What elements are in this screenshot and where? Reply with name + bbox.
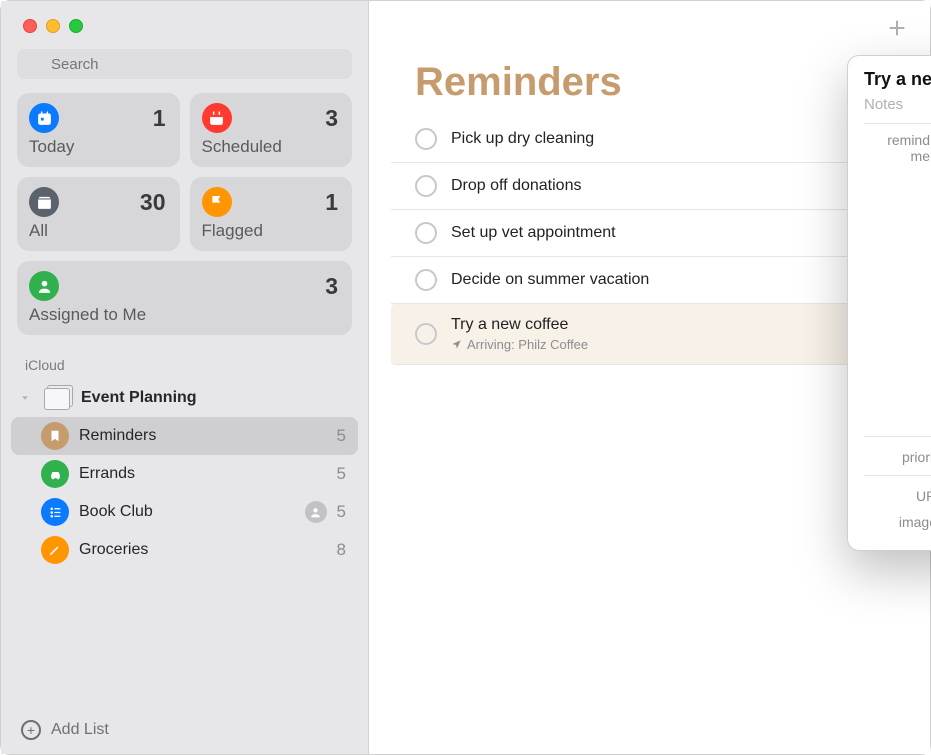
notes-field[interactable]: Notes (864, 92, 931, 124)
list-count: 5 (337, 464, 346, 484)
sidebar: 1 Today 3 Scheduled 30 All (1, 1, 369, 754)
list-name: Errands (79, 465, 327, 483)
smart-scheduled[interactable]: 3 Scheduled (190, 93, 353, 167)
reminder-row[interactable]: Set up vet appointment (391, 210, 908, 257)
flagged-count: 1 (325, 189, 338, 216)
shared-icon (305, 501, 327, 523)
reminder-subtitle: Arriving: Philz Coffee (451, 337, 588, 352)
assigned-count: 3 (325, 273, 338, 300)
scheduled-icon (202, 103, 232, 133)
reminder-row[interactable]: Drop off donations (391, 163, 908, 210)
smart-flagged[interactable]: 1 Flagged (190, 177, 353, 251)
reminder-row[interactable]: Decide on summer vacation (391, 257, 908, 304)
list-count: 5 (337, 426, 346, 446)
list-count: 5 (337, 502, 346, 522)
reminder-text: Decide on summer vacation (451, 271, 649, 289)
reminder-text: Pick up dry cleaning (451, 130, 594, 148)
window-controls (1, 1, 368, 49)
close-window-button[interactable] (23, 19, 37, 33)
details-title[interactable]: Try a new coffee (864, 69, 931, 90)
add-list-button[interactable]: + Add List (1, 708, 368, 754)
assigned-label: Assigned to Me (29, 305, 338, 325)
list-reminders[interactable]: Reminders 5 (11, 417, 358, 455)
lists: Event Planning Reminders 5 Errands 5 Boo… (1, 379, 368, 569)
complete-toggle[interactable] (415, 222, 437, 244)
reminders-list: Pick up dry cleaning Drop off donations … (369, 116, 930, 365)
main: Reminders 5 Pick up dry cleaning Drop of… (369, 1, 930, 754)
remind-me-label: remind me (864, 130, 930, 164)
new-reminder-button[interactable] (886, 17, 908, 44)
all-icon (29, 187, 59, 217)
all-count: 30 (140, 189, 166, 216)
zoom-window-button[interactable] (69, 19, 83, 33)
list-errands[interactable]: Errands 5 (11, 455, 358, 493)
priority-label: priority (864, 447, 931, 465)
reminder-row[interactable]: Pick up dry cleaning (391, 116, 908, 163)
smart-lists: 1 Today 3 Scheduled 30 All (1, 93, 368, 335)
details-popover: Try a new coffee Notes remind me On a Da… (847, 55, 931, 551)
assigned-icon (29, 271, 59, 301)
reminder-text: Drop off donations (451, 177, 581, 195)
complete-toggle[interactable] (415, 269, 437, 291)
complete-toggle[interactable] (415, 323, 437, 345)
all-label: All (29, 221, 166, 241)
minimize-window-button[interactable] (46, 19, 60, 33)
list-groceries[interactable]: Groceries 8 (11, 531, 358, 569)
group-icon (41, 385, 71, 411)
chevron-down-icon (19, 393, 31, 403)
scheduled-label: Scheduled (202, 137, 339, 157)
list-icon (41, 498, 69, 526)
car-icon (41, 460, 69, 488)
reminder-text: Set up vet appointment (451, 224, 616, 242)
group-name: Event Planning (81, 389, 346, 407)
today-label: Today (29, 137, 166, 157)
today-count: 1 (153, 105, 166, 132)
search-input[interactable] (17, 49, 352, 79)
list-name: Reminders (79, 427, 327, 445)
url-label: URL (864, 486, 931, 504)
complete-toggle[interactable] (415, 175, 437, 197)
images-label: images (864, 512, 931, 530)
smart-assigned[interactable]: 3 Assigned to Me (17, 261, 352, 335)
flagged-icon (202, 187, 232, 217)
page-title: Reminders (415, 60, 622, 105)
list-group-event-planning[interactable]: Event Planning (11, 379, 358, 417)
bookmark-icon (41, 422, 69, 450)
reminder-row-active[interactable]: Try a new coffee Arriving: Philz Coffee … (391, 304, 908, 365)
scheduled-count: 3 (325, 105, 338, 132)
account-label: iCloud (1, 335, 368, 379)
smart-today[interactable]: 1 Today (17, 93, 180, 167)
smart-all[interactable]: 30 All (17, 177, 180, 251)
complete-toggle[interactable] (415, 128, 437, 150)
list-book-club[interactable]: Book Club 5 (11, 493, 358, 531)
list-name: Book Club (79, 503, 295, 521)
add-list-label: Add List (51, 721, 109, 739)
reminder-text: Try a new coffee (451, 316, 588, 334)
today-icon (29, 103, 59, 133)
pencil-icon (41, 536, 69, 564)
plus-icon: + (21, 720, 41, 740)
flagged-label: Flagged (202, 221, 339, 241)
list-count: 8 (337, 540, 346, 560)
list-name: Groceries (79, 541, 327, 559)
